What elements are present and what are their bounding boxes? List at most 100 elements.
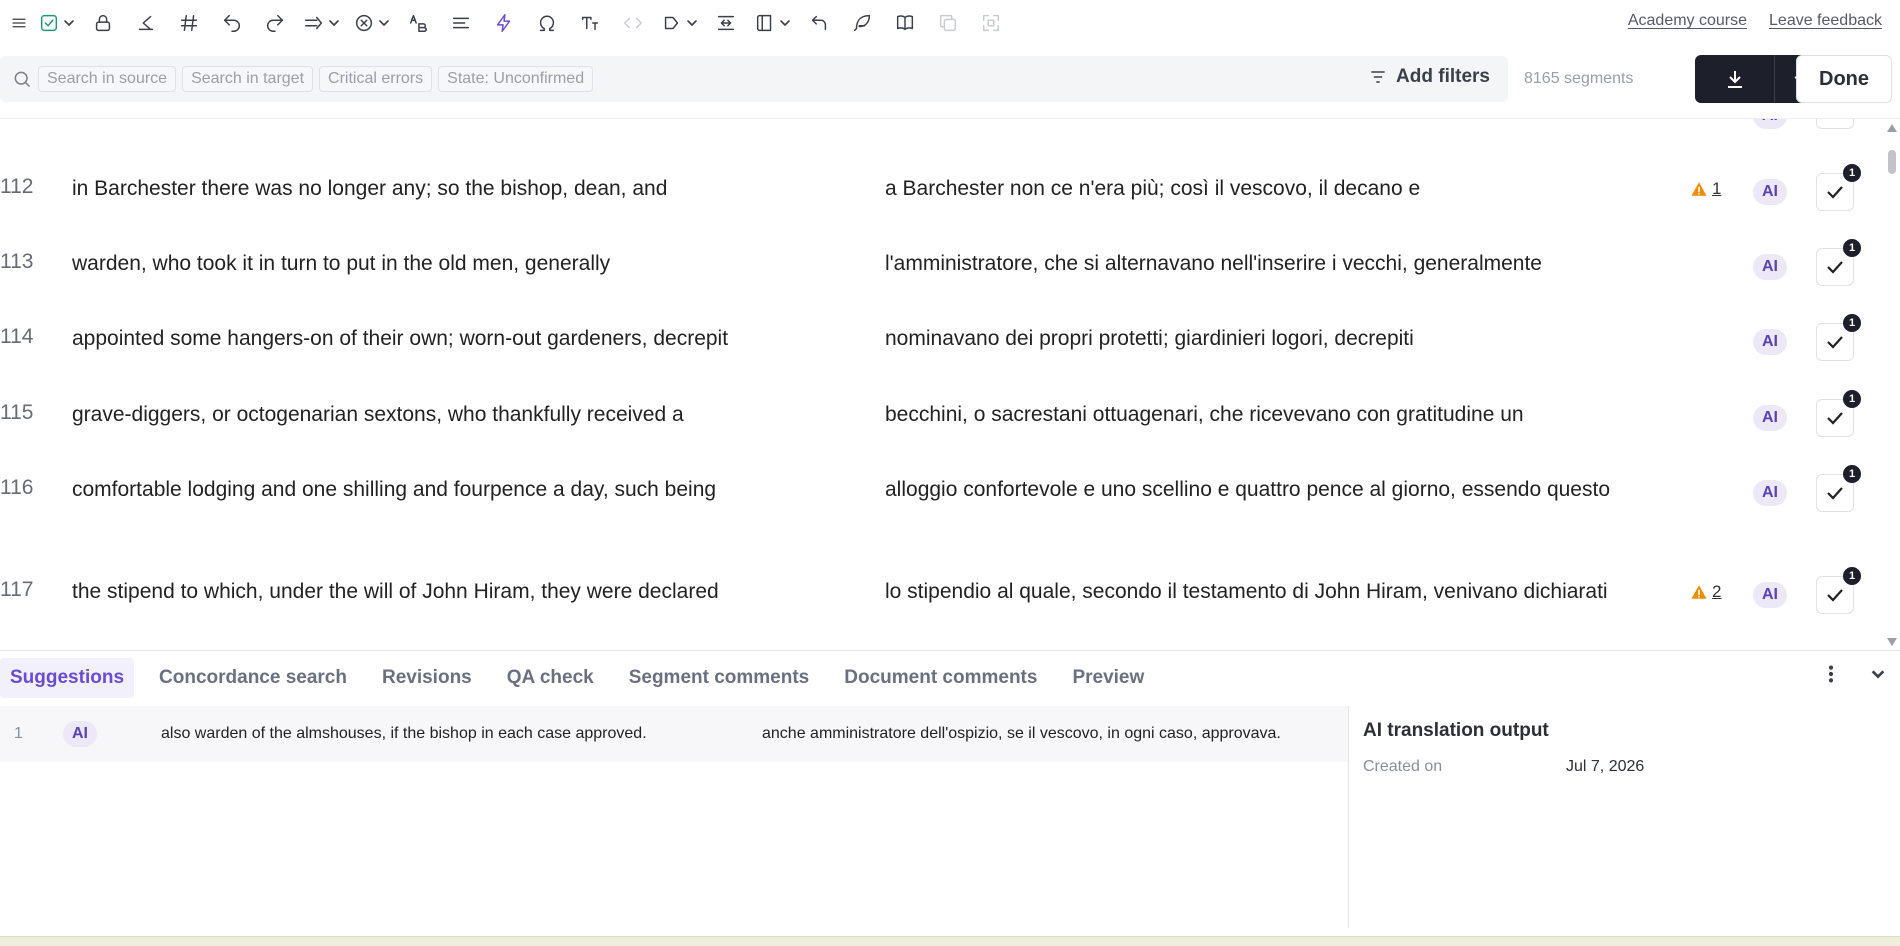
- check-icon: [1827, 487, 1843, 500]
- clear-target-icon[interactable]: [353, 8, 390, 38]
- search-target-chip[interactable]: Search in target: [182, 66, 314, 92]
- table-row[interactable]: AI: [0, 118, 1890, 129]
- add-filters-button[interactable]: Add filters: [1368, 66, 1490, 88]
- leave-feedback-link[interactable]: Leave feedback: [1769, 12, 1882, 30]
- ai-badge: AI: [63, 721, 97, 747]
- confirm-button[interactable]: 1: [1816, 164, 1861, 211]
- redo-icon[interactable]: [260, 8, 290, 38]
- warning-icon: [1691, 585, 1707, 599]
- check-icon: [1827, 336, 1843, 349]
- academy-course-link[interactable]: Academy course: [1628, 12, 1747, 30]
- ai-badge: AI: [1753, 329, 1787, 355]
- segment-target[interactable]: lo stipendio al quale, secondo il testam…: [885, 578, 1625, 605]
- more-vertical-icon[interactable]: [1820, 663, 1842, 685]
- qa-warning[interactable]: 2: [1690, 582, 1721, 602]
- segment-target[interactable]: a Barchester non ce n'era più; così il v…: [885, 175, 1625, 202]
- segment-source: grave-diggers, or octogenarian sextons, …: [72, 403, 684, 426]
- confirm-button[interactable]: 1: [1816, 314, 1861, 361]
- check-icon: [1823, 118, 1847, 122]
- confirm-button[interactable]: 1: [1816, 239, 1861, 286]
- omega-icon[interactable]: [532, 8, 562, 38]
- qa-warning[interactable]: 1: [1690, 179, 1721, 199]
- segment-scrollbar[interactable]: [1884, 118, 1900, 648]
- segment-list: AI 112 in Barchester there was no longer…: [0, 118, 1900, 648]
- lock-icon[interactable]: [88, 8, 118, 38]
- check-icon: [1827, 261, 1843, 274]
- confirm-badge: 1: [1843, 465, 1861, 483]
- tab-document-comments[interactable]: Document comments: [834, 658, 1047, 698]
- segment-source: warden, who took it in turn to put in th…: [72, 252, 611, 275]
- state-filter-chip[interactable]: State: Unconfirmed: [438, 66, 594, 92]
- critical-errors-chip[interactable]: Critical errors: [319, 66, 433, 92]
- ai-badge: AI: [1753, 119, 1787, 129]
- ai-badge: AI: [1753, 480, 1787, 506]
- split-icon[interactable]: [711, 8, 741, 38]
- segment-target[interactable]: alloggio confortevole e uno scellino e q…: [885, 476, 1625, 503]
- scroll-down-icon[interactable]: [1887, 638, 1897, 646]
- confirm-segment-icon[interactable]: [38, 8, 75, 38]
- book-open-icon[interactable]: [890, 8, 920, 38]
- confirm-badge: 1: [1843, 164, 1861, 182]
- confirm-button[interactable]: 1: [1816, 567, 1861, 614]
- code-tag-icon[interactable]: [618, 8, 648, 38]
- confirm-button[interactable]: [1816, 118, 1854, 129]
- scroll-up-icon[interactable]: [1887, 124, 1897, 132]
- lightning-icon[interactable]: [489, 8, 519, 38]
- change-case-icon[interactable]: [403, 8, 433, 38]
- expand-icon[interactable]: [976, 8, 1006, 38]
- confirm-badge: 1: [1843, 567, 1861, 585]
- download-button[interactable]: [1695, 55, 1775, 103]
- segment-source: appointed some hangers-on of their own; …: [72, 327, 729, 350]
- divider: [1348, 706, 1349, 928]
- text-format-icon[interactable]: [575, 8, 605, 38]
- filter-icon: [1371, 71, 1385, 83]
- search-icon[interactable]: [12, 69, 32, 89]
- suggestion-row[interactable]: 1 AI also warden of the almshouses, if t…: [0, 706, 1348, 762]
- confirm-badge: 1: [1843, 390, 1861, 408]
- created-on-value: Jul 7, 2026: [1566, 758, 1645, 775]
- done-button[interactable]: Done: [1796, 55, 1892, 103]
- confirm-badge: 1: [1843, 314, 1861, 332]
- segment-target[interactable]: nominavano dei propri protetti; giardini…: [885, 325, 1625, 352]
- segment-target[interactable]: becchini, o sacrestani ottuagenari, che …: [885, 401, 1625, 428]
- download-icon: [1727, 71, 1742, 88]
- menu-icon[interactable]: [4, 8, 34, 38]
- revert-icon[interactable]: [804, 8, 834, 38]
- filter-bar: Search in source Search in target Critic…: [0, 56, 1508, 102]
- segment-target[interactable]: l'amministratore, che si alternavano nel…: [885, 250, 1625, 277]
- copy-icon[interactable]: [933, 8, 963, 38]
- check-icon: [1827, 412, 1843, 425]
- tags-icon[interactable]: [661, 8, 698, 38]
- suggestion-info-title: AI translation output: [1363, 720, 1549, 741]
- tab-preview[interactable]: Preview: [1062, 658, 1154, 698]
- editor-toolbar: Academy course Leave feedback: [0, 0, 1900, 46]
- tab-revisions[interactable]: Revisions: [372, 658, 482, 698]
- suggestion-info: AI translation output Created on Jul 7, …: [1363, 720, 1644, 776]
- confirm-button[interactable]: 1: [1816, 465, 1861, 512]
- align-icon[interactable]: [446, 8, 476, 38]
- panel-tabs: Suggestions Concordance search Revisions…: [0, 650, 1900, 704]
- search-source-chip[interactable]: Search in source: [38, 66, 177, 92]
- status-strip: [0, 936, 1900, 946]
- segment-source: comfortable lodging and one shilling and…: [72, 478, 717, 501]
- warning-count: 2: [1712, 582, 1722, 601]
- copy-source-icon[interactable]: [131, 8, 161, 38]
- ai-badge: AI: [1753, 582, 1787, 608]
- tab-segment-comments[interactable]: Segment comments: [619, 658, 820, 698]
- collapse-panel-icon[interactable]: [1870, 666, 1886, 682]
- undo-icon[interactable]: [217, 8, 247, 38]
- hash-icon[interactable]: [174, 8, 204, 38]
- add-filters-label: Add filters: [1396, 66, 1490, 87]
- tab-suggestions[interactable]: Suggestions: [0, 657, 135, 698]
- confirm-button[interactable]: 1: [1816, 390, 1861, 437]
- tab-concordance-search[interactable]: Concordance search: [149, 658, 357, 698]
- segment-number: 114: [0, 325, 34, 348]
- segment-number: 115: [0, 401, 34, 424]
- glossary-icon[interactable]: [754, 8, 791, 38]
- panel-actions: [1820, 663, 1886, 685]
- feather-icon[interactable]: [847, 8, 877, 38]
- tab-qa-check[interactable]: QA check: [497, 658, 604, 698]
- join-segments-icon[interactable]: [303, 8, 340, 38]
- ai-badge: AI: [1753, 405, 1787, 431]
- scroll-thumb[interactable]: [1888, 150, 1896, 174]
